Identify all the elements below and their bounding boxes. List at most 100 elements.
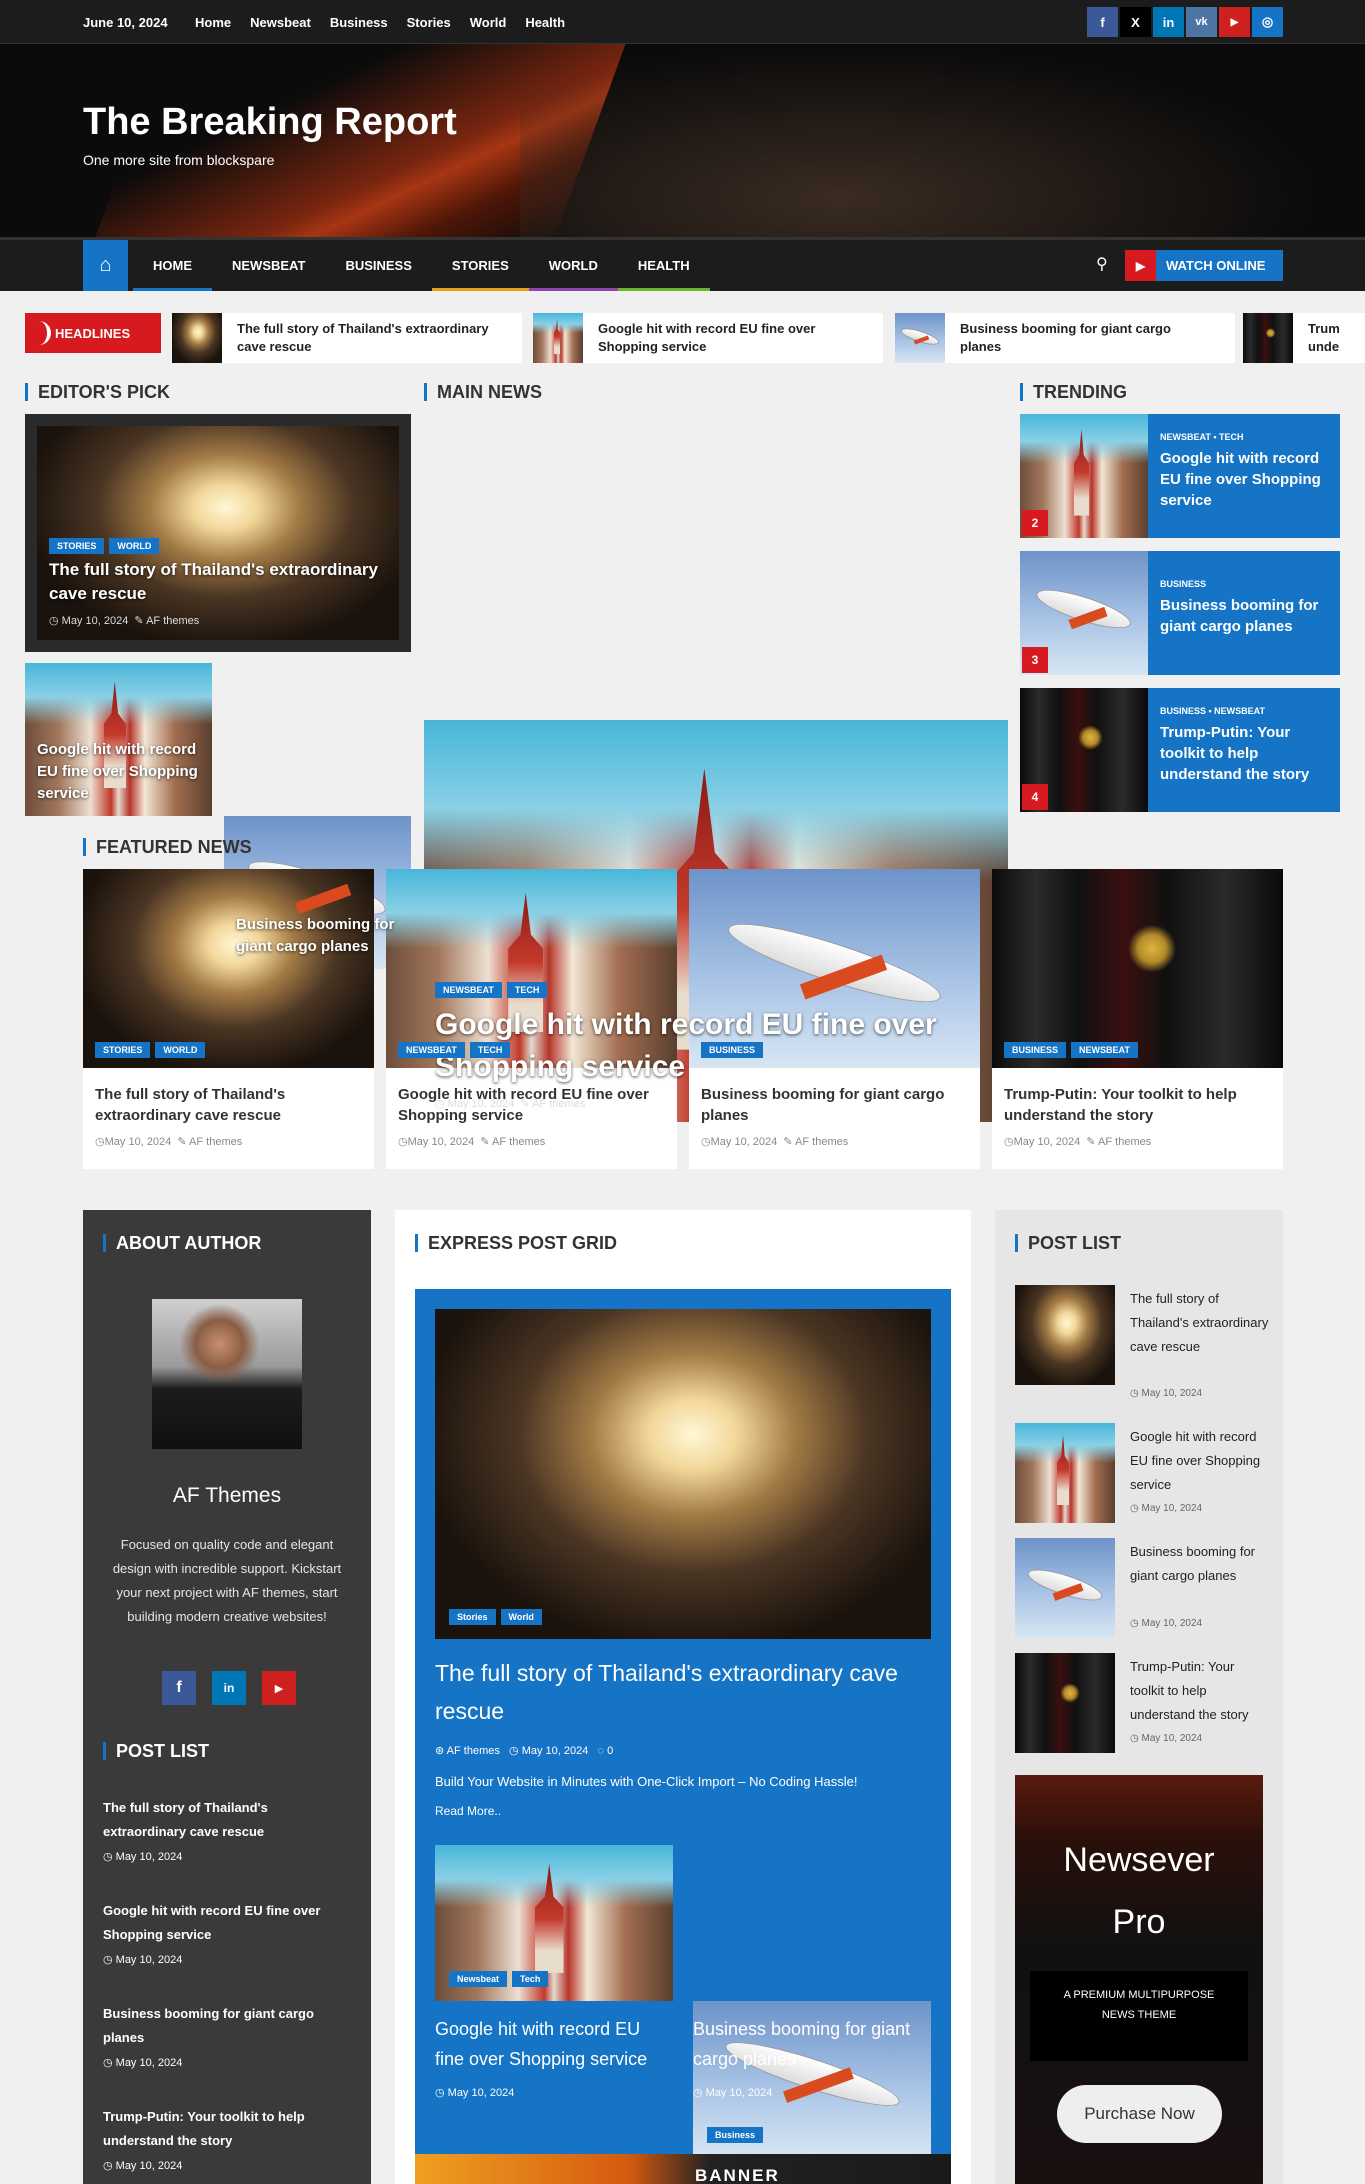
instagram-icon[interactable]: ◎	[1252, 7, 1283, 37]
top-nav-world[interactable]: World	[470, 15, 507, 30]
list-item-title[interactable]: Trump-Putin: Your toolkit to help unders…	[1130, 1655, 1270, 1727]
editors-pick-cats: STORIES WORLD	[49, 536, 164, 554]
trending-cats[interactable]: BUSINESS • NEWSBEAT	[1160, 706, 1328, 716]
category-badge[interactable]: TECH	[469, 1042, 511, 1058]
vk-icon[interactable]: vk	[1186, 7, 1217, 37]
express-small-title[interactable]: Google hit with record EU fine over Shop…	[435, 2014, 673, 2074]
top-nav-newsbeat[interactable]: Newsbeat	[250, 15, 311, 30]
category-badge[interactable]: NEWSBEAT	[398, 1042, 465, 1058]
comment-count[interactable]: 0	[607, 1745, 613, 1757]
banner-advertisement[interactable]: BANNER ADVERTISEMENT	[415, 2154, 951, 2184]
category-badge[interactable]: TECH	[506, 982, 548, 998]
express-main-headline[interactable]: The full story of Thailand's extraordina…	[435, 1654, 925, 1730]
trending-item-title[interactable]: Business booming for giant cargo planes	[1160, 595, 1328, 637]
watch-online-button[interactable]: ▶ WATCH ONLINE	[1125, 250, 1283, 281]
category-badge[interactable]: BUSINESS	[1004, 1042, 1067, 1058]
facebook-icon[interactable]: f	[162, 1671, 196, 1705]
top-nav-health[interactable]: Health	[525, 15, 565, 30]
linkedin-icon[interactable]: in	[212, 1671, 246, 1705]
featured-card[interactable]: BUSINESS NEWSBEAT Trump-Putin: Your toolk…	[992, 869, 1283, 1169]
nav-stories[interactable]: STORIES	[431, 240, 529, 291]
list-item[interactable]: Trump-Putin: Your toolkit to help unders…	[1015, 1653, 1275, 1753]
nav-business[interactable]: BUSINESS	[325, 240, 431, 291]
post-author[interactable]: AF themes	[447, 1745, 500, 1757]
express-small-image[interactable]: Newsbeat Tech	[435, 1845, 673, 2001]
ticker-item[interactable]: The full story of Thailand's extraordina…	[172, 313, 522, 363]
list-item-title[interactable]: The full story of Thailand's extraordina…	[103, 1796, 353, 1844]
post-date: May 10, 2024	[710, 1136, 778, 1148]
ticker-item[interactable]: Business booming for giant cargo planes	[895, 313, 1235, 363]
purchase-now-button[interactable]: Purchase Now	[1057, 2085, 1222, 2143]
list-item[interactable]: Trump-Putin: Your toolkit to help unders…	[103, 2105, 353, 2172]
express-small-title[interactable]: Business booming for giant cargo planes	[693, 2014, 931, 2074]
list-item-title[interactable]: Google hit with record EU fine over Shop…	[103, 1899, 353, 1947]
list-item-title[interactable]: Trump-Putin: Your toolkit to help unders…	[103, 2105, 353, 2153]
category-badge[interactable]: WORLD	[109, 538, 160, 554]
list-item[interactable]: Google hit with record EU fine over Shop…	[103, 1899, 353, 1966]
facebook-icon[interactable]: f	[1087, 7, 1118, 37]
top-nav-business[interactable]: Business	[330, 15, 388, 30]
post-author[interactable]: AF themes	[532, 1098, 585, 1110]
category-badge[interactable]: Newsbeat	[449, 1971, 508, 1987]
trending-item[interactable]: 3 BUSINESS Business booming for giant car…	[1020, 551, 1340, 675]
post-author[interactable]: AF themes	[1098, 1136, 1151, 1148]
list-item-title[interactable]: The full story of Thailand's extraordina…	[1130, 1287, 1270, 1359]
post-author[interactable]: AF themes	[146, 615, 199, 627]
category-badge[interactable]: STORIES	[49, 538, 105, 554]
post-author[interactable]: AF themes	[492, 1136, 545, 1148]
ticker-item[interactable]: Trum unde	[1243, 313, 1365, 363]
top-nav-stories[interactable]: Stories	[407, 15, 451, 30]
site-title[interactable]: The Breaking Report	[83, 101, 457, 144]
list-item[interactable]: The full story of Thailand's extraordina…	[103, 1796, 353, 1863]
featured-card-title[interactable]: Trump-Putin: Your toolkit to help unders…	[1004, 1084, 1272, 1126]
banner-text: BANNER ADVERTISEMENT	[695, 2166, 780, 2184]
featured-card-title[interactable]: The full story of Thailand's extraordina…	[95, 1084, 363, 1126]
trending-item[interactable]: 4 BUSINESS • NEWSBEAT Trump-Putin: Your t…	[1020, 688, 1340, 812]
avatar	[152, 1299, 302, 1449]
category-badge[interactable]: NEWSBEAT	[1071, 1042, 1138, 1058]
list-item[interactable]: Business booming for giant cargo planes ◷…	[103, 2002, 353, 2069]
nav-newsbeat[interactable]: NEWSBEAT	[212, 240, 325, 291]
trending-cats[interactable]: NEWSBEAT • TECH	[1160, 432, 1328, 442]
x-icon[interactable]: X	[1120, 7, 1151, 37]
category-badge[interactable]: BUSINESS	[701, 1042, 764, 1058]
list-item[interactable]: Google hit with record EU fine over Shop…	[1015, 1423, 1275, 1523]
category-badge[interactable]: Stories	[449, 1609, 496, 1625]
youtube-icon[interactable]: ▶	[262, 1671, 296, 1705]
ticker-item[interactable]: Google hit with record EU fine over Shop…	[533, 313, 883, 363]
editors-pick-headline[interactable]: The full story of Thailand's extraordina…	[49, 558, 389, 606]
top-nav-home[interactable]: Home	[195, 15, 231, 30]
category-badge[interactable]: WORLD	[155, 1042, 206, 1058]
category-badge[interactable]: Business	[707, 2127, 764, 2143]
trending-item-title[interactable]: Trump-Putin: Your toolkit to help unders…	[1160, 722, 1328, 785]
list-item[interactable]: Business booming for giant cargo planes …	[1015, 1538, 1275, 1638]
category-badge[interactable]: NEWSBEAT	[435, 982, 502, 998]
post-date: May 10, 2024	[61, 615, 129, 627]
category-badge[interactable]: World	[500, 1609, 542, 1625]
read-more-link[interactable]: Read More..	[435, 1804, 501, 1818]
nav-home[interactable]: HOME	[133, 240, 212, 291]
list-item[interactable]: The full story of Thailand's extraordina…	[1015, 1285, 1275, 1399]
post-author[interactable]: AF themes	[189, 1136, 242, 1148]
list-item-title[interactable]: Google hit with record EU fine over Shop…	[1130, 1425, 1270, 1497]
nav-health[interactable]: HEALTH	[617, 240, 710, 291]
trending-cats[interactable]: BUSINESS	[1160, 579, 1328, 589]
trending-item[interactable]: 2 NEWSBEAT • TECH Google hit with record …	[1020, 414, 1340, 538]
editors-pick-small[interactable]: Google hit with record EU fine over Shop…	[25, 663, 212, 816]
home-icon[interactable]: ⌂	[83, 240, 128, 291]
promo-banner[interactable]: Newsever Pro A PREMIUM MULTIPURPOSE NEWS…	[1015, 1775, 1263, 2184]
category-badge[interactable]: STORIES	[95, 1042, 151, 1058]
search-icon[interactable]: ⚲	[1096, 254, 1108, 274]
editors-pick-main[interactable]: STORIES WORLD The full story of Thailand'…	[25, 414, 411, 652]
post-list-widget: POST LIST The full story of Thailand's e…	[995, 1210, 1283, 2184]
category-badge[interactable]: Tech	[512, 1971, 549, 1987]
post-author[interactable]: AF themes	[795, 1136, 848, 1148]
list-item-title[interactable]: Business booming for giant cargo planes	[103, 2002, 353, 2050]
express-main-image[interactable]	[435, 1309, 931, 1639]
youtube-icon[interactable]: ▶	[1219, 7, 1250, 37]
featured-card-title[interactable]: Business booming for giant cargo planes	[701, 1084, 969, 1126]
linkedin-icon[interactable]: in	[1153, 7, 1184, 37]
list-item-title[interactable]: Business booming for giant cargo planes	[1130, 1540, 1270, 1588]
nav-world[interactable]: WORLD	[528, 240, 618, 291]
trending-item-title[interactable]: Google hit with record EU fine over Shop…	[1160, 448, 1328, 511]
